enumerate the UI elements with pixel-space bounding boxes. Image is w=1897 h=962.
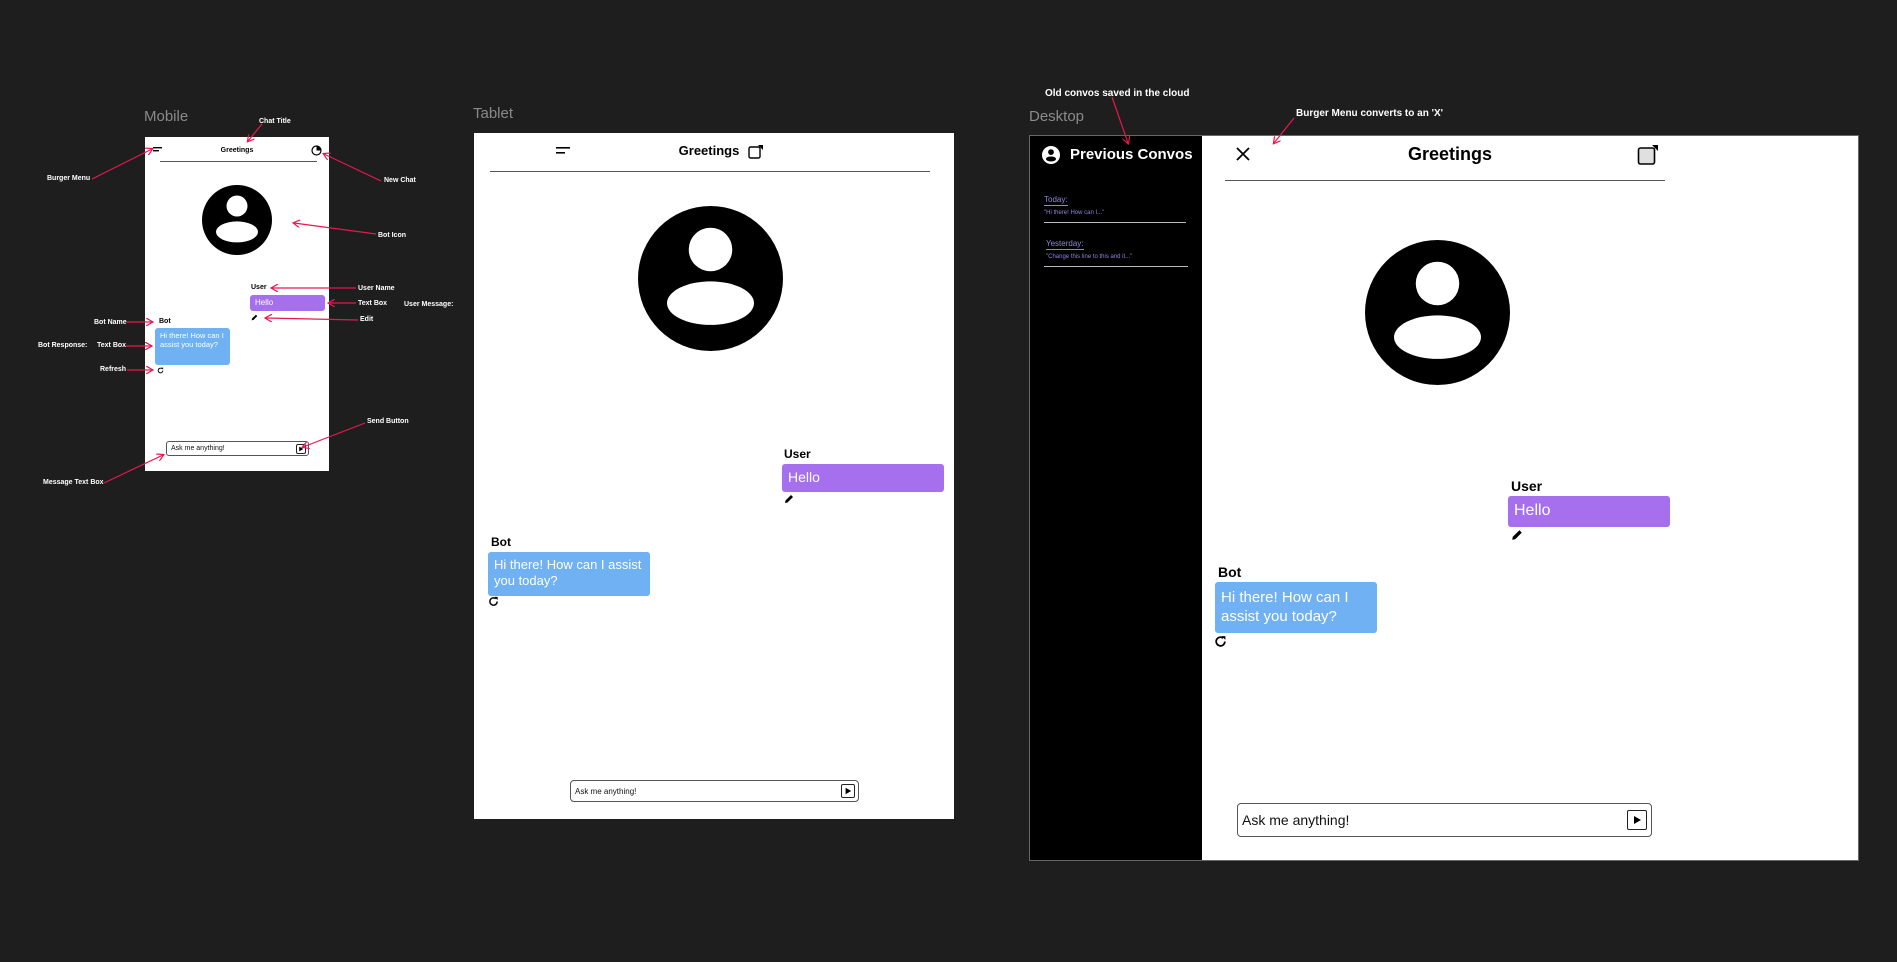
header-divider xyxy=(1225,180,1665,181)
arrow-new-chat xyxy=(324,154,382,182)
desktop-screen: Previous Convos Today: "Hi there! How ca… xyxy=(1029,135,1859,861)
send-button[interactable] xyxy=(296,443,306,454)
convo-item-today[interactable]: Today: "Hi there! How can I..." xyxy=(1044,189,1104,216)
send-play-icon xyxy=(1634,816,1641,824)
bot-message-bubble: Hi there! How can I assist you today? xyxy=(1215,582,1377,633)
user-message-bubble: Hello xyxy=(1508,496,1670,527)
frame-label-desktop: Desktop xyxy=(1029,108,1085,125)
convo-divider xyxy=(1044,222,1186,223)
edit-pencil-icon[interactable] xyxy=(1511,529,1523,541)
send-play-icon xyxy=(845,787,852,795)
chat-title: Greetings xyxy=(220,147,254,154)
message-input-placeholder: Ask me anything! xyxy=(575,786,637,796)
refresh-icon[interactable] xyxy=(157,367,164,374)
annotation-burger-menu: Burger Menu xyxy=(47,175,91,182)
bot-name-label: Bot xyxy=(1218,564,1242,580)
new-chat-icon[interactable] xyxy=(748,144,764,160)
message-input[interactable]: Ask me anything! xyxy=(1237,803,1652,837)
edit-pencil-icon[interactable] xyxy=(251,314,258,321)
refresh-icon[interactable] xyxy=(488,596,499,607)
edit-pencil-icon[interactable] xyxy=(784,494,794,504)
annotation-text-box-user: Text Box xyxy=(358,300,388,307)
convo-divider xyxy=(1044,266,1188,267)
annotation-message-text-box: Message Text Box xyxy=(43,479,104,486)
user-name-label: User xyxy=(1511,478,1543,494)
header-divider xyxy=(490,171,930,172)
annotation-text-box-bot: Text Box xyxy=(97,342,127,349)
bot-avatar-icon xyxy=(202,185,272,255)
annotation-user-message: User Message: xyxy=(404,301,454,308)
refresh-icon[interactable] xyxy=(1214,635,1227,648)
user-name-label: User xyxy=(251,284,267,291)
annotation-bot-icon: Bot Icon xyxy=(378,232,406,239)
user-message-bubble: Hello xyxy=(250,295,325,311)
convo-item-yesterday[interactable]: Yesterday: "Change this line to this and… xyxy=(1046,233,1132,260)
user-name-label: User xyxy=(784,447,811,461)
message-input[interactable]: Ask me anything! xyxy=(166,441,309,456)
sidebar: Previous Convos Today: "Hi there! How ca… xyxy=(1030,136,1202,860)
bot-avatar-icon xyxy=(638,206,783,351)
annotation-edit: Edit xyxy=(360,316,374,323)
frame-label-mobile: Mobile xyxy=(144,108,189,125)
annotation-refresh: Refresh xyxy=(100,366,127,373)
user-message-bubble: Hello xyxy=(782,464,944,492)
close-x-icon[interactable] xyxy=(1236,147,1250,161)
mobile-screen: Greetings User Hello Bot Hi there! How c… xyxy=(145,137,329,471)
new-chat-icon[interactable] xyxy=(311,145,322,156)
convo-preview: "Hi there! How can I..." xyxy=(1044,210,1105,216)
message-input[interactable]: Ask me anything! xyxy=(570,780,859,802)
arrow-burger-menu xyxy=(91,149,152,180)
account-circle-icon xyxy=(1042,146,1060,164)
message-input-placeholder: Ask me anything! xyxy=(171,445,225,452)
annotation-user-name: User Name xyxy=(358,285,395,292)
new-chat-icon[interactable] xyxy=(1637,144,1659,166)
send-button[interactable] xyxy=(841,784,855,798)
annotation-send-button: Send Button xyxy=(367,418,409,425)
frame-label-tablet: Tablet xyxy=(473,105,514,122)
convo-day: Today: xyxy=(1044,195,1068,206)
bot-avatar-icon xyxy=(1365,240,1510,385)
annotation-bot-response: Bot Response: xyxy=(38,342,88,349)
bot-message-bubble: Hi there! How can I assist you today? xyxy=(155,328,230,365)
send-button[interactable] xyxy=(1627,810,1647,830)
sidebar-heading: Previous Convos xyxy=(1070,146,1193,163)
message-input-placeholder: Ask me anything! xyxy=(1242,812,1350,828)
bot-message-bubble: Hi there! How can I assist you today? xyxy=(488,552,650,596)
annotation-chat-title: Chat Title xyxy=(259,118,291,125)
tablet-screen: Greetings User Hello Bot Hi there! How c… xyxy=(474,133,954,819)
annotation-burger-converts: Burger Menu converts to an 'X' xyxy=(1296,108,1444,119)
burger-menu-icon[interactable] xyxy=(153,147,162,153)
chat-title: Greetings xyxy=(1407,144,1493,164)
burger-menu-icon[interactable] xyxy=(556,147,570,155)
annotation-new-chat: New Chat xyxy=(384,177,416,184)
header-divider xyxy=(160,161,317,162)
bot-name-label: Bot xyxy=(159,318,171,325)
send-play-icon xyxy=(299,446,304,451)
annotation-old-convos: Old convos saved in the cloud xyxy=(1045,88,1190,99)
bot-name-label: Bot xyxy=(491,535,511,549)
convo-preview: "Change this line to this and it..." xyxy=(1046,254,1133,260)
convo-day: Yesterday: xyxy=(1046,239,1084,250)
annotation-bot-name: Bot Name xyxy=(94,319,127,326)
